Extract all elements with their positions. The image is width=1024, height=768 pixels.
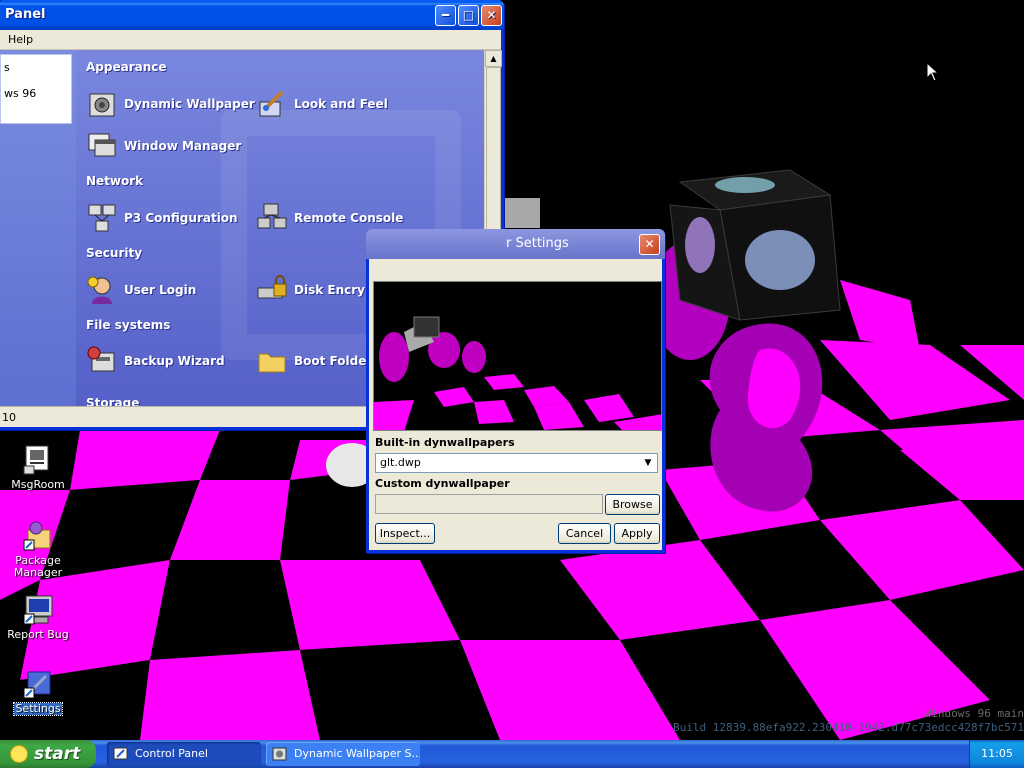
applet-label: Dynamic Wallpaper (124, 97, 255, 111)
section-appearance: Appearance (86, 60, 167, 74)
desktop-icon-label: Report Bug (7, 628, 69, 641)
applet-p3-configuration[interactable]: P3 Configuration (84, 201, 238, 235)
applet-label: User Login (124, 283, 197, 297)
clock[interactable]: 11:05 (981, 747, 1013, 760)
applet-label: Backup Wizard (124, 354, 225, 368)
window-title: r Settings (506, 236, 569, 251)
settings-icon (22, 668, 54, 700)
desktop-icon-package-manager[interactable]: Package Manager (4, 520, 72, 579)
apply-button[interactable]: Apply (614, 523, 660, 544)
taskbar: start Control Panel Dynamic Wallpaper S.… (0, 740, 1024, 768)
watermark-os-name: Windows 96 main (924, 707, 1024, 720)
inspect-button[interactable]: Inspect... (375, 523, 435, 544)
applet-label: Look and Feel (294, 97, 388, 111)
section-file-systems: File systems (86, 318, 171, 332)
desktop-icon-report-bug[interactable]: Report Bug (4, 594, 72, 641)
scroll-up-button[interactable]: ▲ (485, 50, 502, 67)
builtin-wallpapers-label: Built-in dynwallpapers (375, 436, 515, 449)
close-icon: ✕ (486, 8, 497, 22)
backup-icon (86, 345, 118, 377)
user-key-icon (86, 274, 118, 306)
close-icon: ✕ (644, 237, 655, 251)
system-tray: 11:05 (969, 740, 1024, 768)
cancel-button[interactable]: Cancel (558, 523, 611, 544)
task-label: Control Panel (135, 747, 208, 760)
package-manager-icon (22, 520, 54, 552)
remote-computers-icon (256, 202, 288, 234)
lock-drive-icon (256, 274, 288, 306)
builtin-wallpaper-select[interactable]: glt.dwp ▼ (375, 453, 658, 473)
section-network: Network (86, 174, 144, 188)
applet-look-and-feel[interactable]: Look and Feel (254, 87, 388, 121)
wallpaper-icon (272, 746, 288, 762)
desktop-icon-msgroom[interactable]: MsgRoom (4, 444, 72, 491)
watermark-build-string: Build 12839.88efa922.230410-1942.d77c73e… (673, 721, 1024, 734)
arrow-up-icon: ▲ (490, 54, 497, 63)
network-icon (86, 202, 118, 234)
start-label: start (34, 744, 81, 764)
applet-boot-folder[interactable]: Boot Folder (254, 344, 372, 378)
control-panel-icon (113, 746, 129, 762)
start-button[interactable]: start (0, 740, 96, 768)
close-button[interactable]: ✕ (639, 234, 660, 255)
menu-bar: Help (0, 30, 501, 50)
desktop-icon-label: Package Manager (13, 554, 63, 579)
start-logo-icon (10, 745, 28, 763)
desktop-icon-label: Settings (13, 702, 63, 716)
minimize-icon: ━ (441, 8, 450, 22)
folder-icon (256, 345, 288, 377)
task-label: Dynamic Wallpaper S... (294, 747, 420, 760)
build-watermark: Windows 96 main Build 12839.88efa922.230… (673, 707, 1024, 735)
mouse-cursor-icon (926, 62, 940, 82)
section-storage: Storage (86, 396, 140, 406)
applet-user-login[interactable]: User Login (84, 273, 196, 307)
settings-toolbar (369, 259, 662, 281)
applet-label: Remote Console (294, 211, 404, 225)
category-item[interactable]: ws 96 (1, 81, 71, 107)
select-value: glt.dwp (380, 456, 421, 469)
window-title: Panel (5, 7, 46, 22)
desktop-icon-label: MsgRoom (11, 478, 65, 491)
wallpaper-preview (373, 281, 662, 431)
minimize-button[interactable]: ━ (435, 5, 456, 26)
status-text: 10 (2, 411, 16, 424)
custom-wallpaper-input[interactable] (375, 494, 603, 514)
maximize-icon: □ (462, 8, 475, 22)
taskbar-item-control-panel[interactable]: Control Panel (107, 742, 261, 766)
applet-label: Window Manager (124, 139, 242, 153)
computer-icon (22, 594, 54, 626)
control-panel-titlebar[interactable]: Panel ━ □ ✕ (0, 0, 504, 30)
dynamic-wallpaper-settings-window[interactable]: r Settings ✕ Built-in dynwallpapers glt.… (366, 229, 665, 553)
desktop[interactable]: Windows 96 main Build 12839.88efa922.230… (0, 0, 1024, 740)
applet-label: Boot Folder (294, 354, 373, 368)
windows-icon (86, 130, 118, 162)
applet-backup-wizard[interactable]: Backup Wizard (84, 344, 225, 378)
desktop-icon-settings[interactable]: Settings (4, 668, 72, 716)
custom-wallpaper-label: Custom dynwallpaper (375, 477, 510, 490)
msgroom-icon (22, 444, 54, 476)
close-button[interactable]: ✕ (481, 5, 502, 26)
category-pane: s ws 96 (0, 50, 76, 406)
menu-help[interactable]: Help (4, 33, 33, 46)
section-security: Security (86, 246, 143, 260)
category-item[interactable]: s (1, 55, 71, 81)
maximize-button[interactable]: □ (458, 5, 479, 26)
applet-window-manager[interactable]: Window Manager (84, 129, 241, 163)
chevron-down-icon: ▼ (644, 458, 652, 468)
paint-brush-icon (256, 88, 288, 120)
settings-titlebar[interactable]: r Settings ✕ (366, 229, 665, 259)
applet-label: P3 Configuration (124, 211, 238, 225)
taskbar-item-dynamic-wallpaper[interactable]: Dynamic Wallpaper S... (266, 742, 420, 766)
browse-button[interactable]: Browse (605, 494, 660, 515)
wallpaper-icon (86, 88, 118, 120)
category-list[interactable]: s ws 96 (0, 54, 72, 124)
applet-dynamic-wallpaper[interactable]: Dynamic Wallpaper (84, 87, 255, 121)
